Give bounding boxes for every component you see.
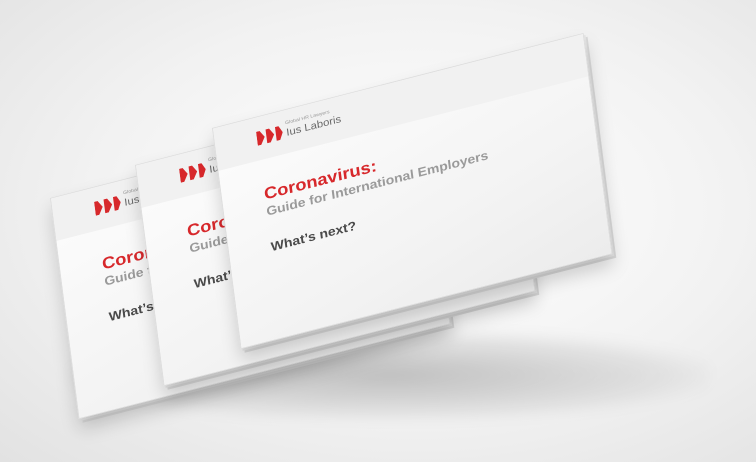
product-scene: Global HR Lawyers Ius Laboris Coronaviru… [0, 0, 756, 462]
booklet-front: Global HR Lawyers Ius Laboris Coronaviru… [212, 32, 613, 349]
